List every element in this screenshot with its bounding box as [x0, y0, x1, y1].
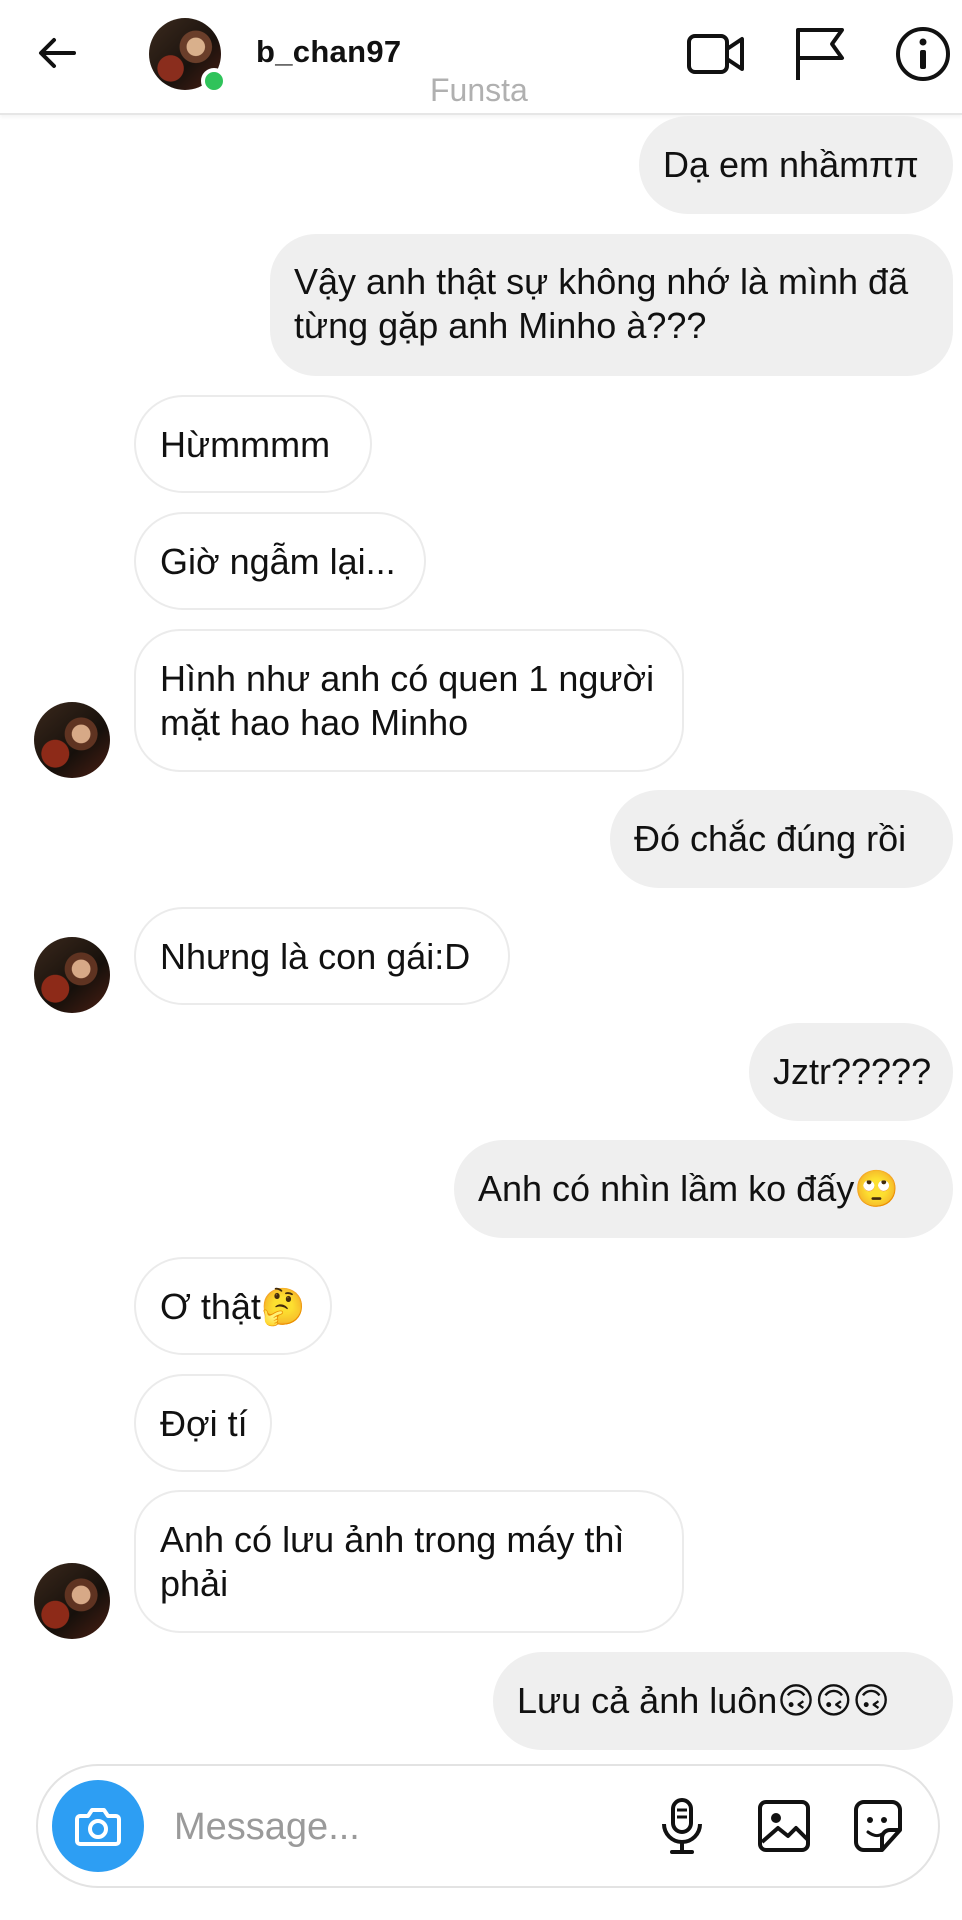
message-bubble-received[interactable]: Đợi tí — [134, 1374, 272, 1472]
contact-avatar[interactable] — [34, 702, 110, 778]
contact-username[interactable]: b_chan97 — [256, 34, 401, 70]
message-bubble-received[interactable]: Giờ ngẫm lại... — [134, 512, 426, 610]
message-bubble-sent[interactable]: Đó chắc đúng rồi — [610, 790, 953, 888]
sticker-icon[interactable] — [848, 1796, 908, 1856]
contact-avatar[interactable] — [34, 937, 110, 1013]
message-input[interactable] — [172, 1794, 646, 1860]
video-call-icon[interactable] — [686, 24, 746, 84]
message-bubble-received[interactable]: Hừmmmm — [134, 395, 372, 493]
message-bubble-sent[interactable]: Lưu cả ảnh luôn🙃🙃🙃 — [493, 1652, 953, 1750]
info-icon[interactable] — [893, 24, 953, 84]
back-arrow-icon[interactable] — [34, 30, 80, 76]
message-bubble-sent[interactable]: Jztr????? — [749, 1023, 953, 1121]
online-status-dot — [201, 68, 227, 94]
watermark-text: Funsta — [430, 72, 528, 108]
camera-button[interactable] — [52, 1780, 144, 1872]
message-bubble-sent[interactable]: Anh có nhìn lầm ko đấy🙄 — [454, 1140, 953, 1238]
message-bubble-received[interactable]: Hình như anh có quen 1 người mặt hao hao… — [134, 629, 684, 772]
message-bubble-sent[interactable]: Dạ em nhầmππ — [639, 116, 953, 214]
message-bubble-received[interactable]: Anh có lưu ảnh trong máy thì phải — [134, 1490, 684, 1633]
message-bubble-received[interactable]: Nhưng là con gái:D — [134, 907, 510, 1005]
contact-avatar[interactable] — [34, 1563, 110, 1639]
gallery-icon[interactable] — [754, 1796, 814, 1856]
camera-icon — [75, 1808, 121, 1846]
chat-header: b_chan97 Funsta — [0, 0, 962, 115]
flag-icon[interactable] — [790, 24, 850, 84]
message-bubble-sent[interactable]: Vậy anh thật sự không nhớ là mình đã từn… — [270, 234, 953, 376]
message-composer — [36, 1764, 940, 1888]
contact-avatar[interactable] — [149, 18, 227, 94]
message-bubble-received[interactable]: Ơ thật🤔 — [134, 1257, 332, 1355]
microphone-icon[interactable] — [652, 1796, 712, 1856]
